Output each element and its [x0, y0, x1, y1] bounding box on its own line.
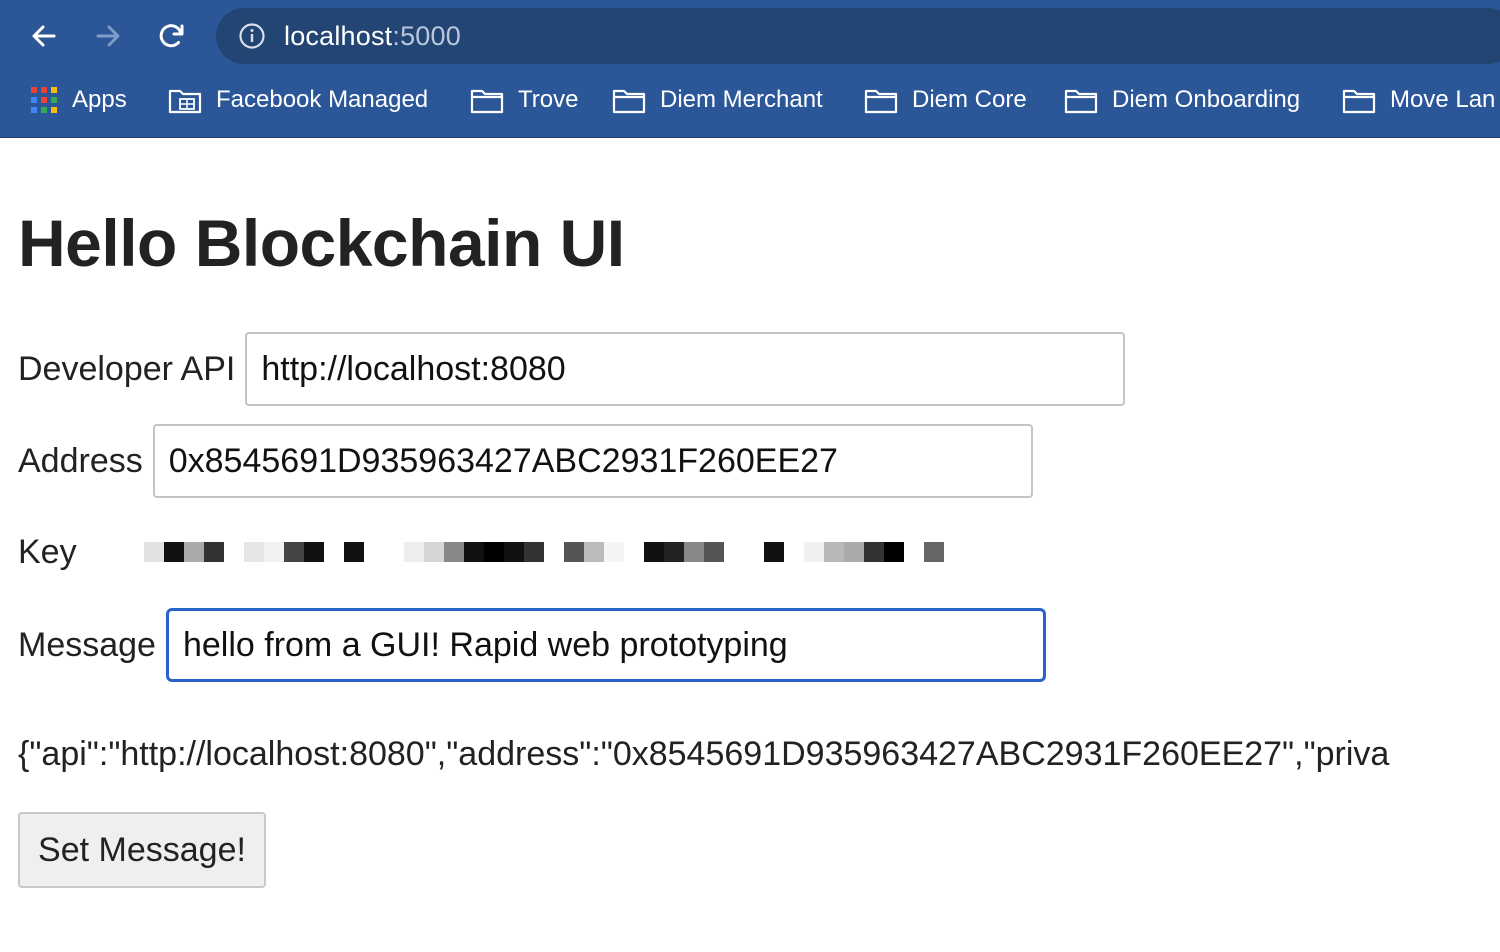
message-label: Message: [18, 625, 156, 664]
reload-icon: [159, 24, 184, 48]
key-label: Key: [18, 532, 77, 571]
bookmark-diem-onboarding[interactable]: Diem Onboarding: [1064, 78, 1300, 122]
reload-button[interactable]: [150, 14, 194, 58]
apps-grid-icon: [31, 87, 57, 113]
bookmark-diem-core[interactable]: Diem Core: [864, 78, 1027, 122]
bookmark-label: Diem Merchant: [660, 86, 823, 113]
url-text: localhost:5000: [284, 20, 461, 51]
address-input[interactable]: [152, 424, 1033, 498]
back-arrow-icon: [32, 25, 56, 47]
bookmark-diem-merchant[interactable]: Diem Merchant: [612, 78, 823, 122]
page-title: Hello Blockchain UI: [18, 206, 625, 280]
folder-icon: [864, 89, 898, 114]
bookmark-label: Move Lan: [1390, 86, 1496, 113]
json-output: {"api":"http://localhost:8080","address"…: [18, 735, 1390, 773]
address-row: Address: [18, 424, 1033, 498]
folder-icon: [1064, 89, 1098, 114]
developer-api-input[interactable]: [245, 332, 1126, 406]
bookmark-label: Diem Onboarding: [1112, 86, 1301, 113]
message-input[interactable]: [165, 608, 1046, 682]
bookmark-move-lang[interactable]: Move Lan: [1342, 78, 1495, 122]
bookmark-label: Trove: [518, 86, 579, 113]
key-row: Key: [18, 530, 944, 574]
developer-api-label: Developer API: [18, 349, 236, 388]
forward-arrow-icon: [96, 25, 120, 47]
set-message-button[interactable]: Set Message!: [18, 812, 266, 888]
folder-icon: [470, 89, 504, 114]
bookmark-label: Diem Core: [912, 86, 1027, 113]
bookmarks-bar: Apps Facebook Managed Trove Diem Merchan…: [0, 78, 1500, 122]
folder-icon: [612, 89, 646, 114]
bookmark-label: Facebook Managed: [216, 86, 429, 113]
bookmark-label: Apps: [72, 86, 127, 113]
site-info-icon[interactable]: [238, 22, 266, 50]
browser-toolbar: localhost:5000 Apps Facebook Managed Tro…: [0, 0, 1500, 138]
message-row: Message: [18, 608, 1046, 682]
bookmark-apps[interactable]: Apps: [30, 78, 127, 122]
address-label: Address: [18, 441, 143, 480]
folder-icon: [1342, 89, 1376, 114]
address-bar[interactable]: localhost:5000: [216, 8, 1500, 64]
back-button[interactable]: [22, 14, 66, 58]
bookmark-facebook-managed[interactable]: Facebook Managed: [168, 78, 428, 122]
managed-folder-icon: [168, 89, 202, 114]
bookmark-trove[interactable]: Trove: [470, 78, 578, 122]
forward-button[interactable]: [86, 14, 130, 58]
developer-api-row: Developer API: [18, 332, 1126, 406]
key-input-redacted[interactable]: [143, 542, 944, 562]
